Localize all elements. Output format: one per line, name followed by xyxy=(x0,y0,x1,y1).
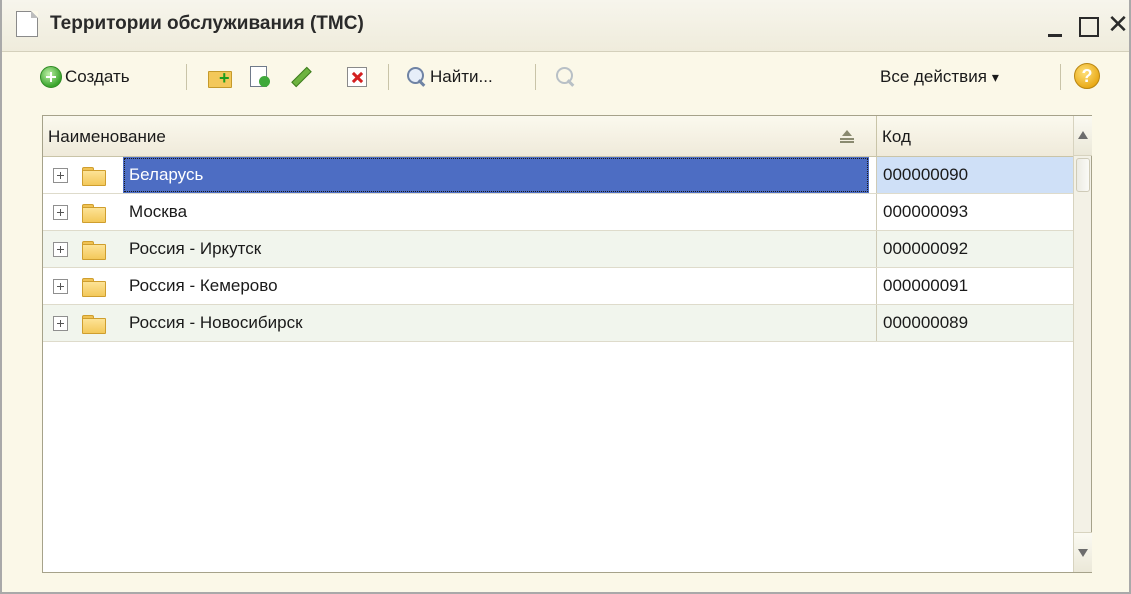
delete-button[interactable] xyxy=(347,62,367,92)
table-row[interactable]: Беларусь 000000090 xyxy=(43,157,1073,194)
folder-icon xyxy=(82,241,106,260)
territories-table[interactable]: Наименование Код Беларусь 000000090 Моск… xyxy=(42,115,1092,573)
page-icon xyxy=(16,11,38,37)
delete-icon xyxy=(347,67,367,87)
column-header-code[interactable]: Код xyxy=(877,116,1073,157)
cancel-search-button[interactable] xyxy=(554,62,578,92)
toolbar: Создать Найти... Все действия ▾ ? xyxy=(2,52,1129,102)
name-cell[interactable]: Россия - Новосибирск xyxy=(43,305,877,341)
window-title: Территории обслуживания (ТМС) xyxy=(50,13,364,34)
row-name: Россия - Иркутск xyxy=(129,239,262,258)
help-button[interactable]: ? xyxy=(1074,61,1100,91)
scroll-down-button[interactable] xyxy=(1074,532,1092,572)
row-name: Россия - Кемерово xyxy=(129,276,278,295)
create-label: Создать xyxy=(65,67,130,86)
create-group-button[interactable] xyxy=(208,62,232,92)
folder-icon xyxy=(82,167,106,186)
minimize-button[interactable] xyxy=(1039,8,1071,42)
sort-icon[interactable] xyxy=(840,130,854,142)
all-actions-label: Все действия xyxy=(880,67,987,86)
table-row[interactable]: Москва 000000093 xyxy=(43,194,1073,231)
create-button[interactable]: Создать xyxy=(40,62,130,92)
title-bar: Территории обслуживания (ТМС) ✕ xyxy=(2,0,1129,52)
find-button[interactable]: Найти... xyxy=(406,62,493,92)
scroll-up-button[interactable] xyxy=(1074,116,1092,156)
copy-icon xyxy=(250,66,270,88)
name-cell[interactable]: Москва xyxy=(43,194,877,230)
column-header-code-label: Код xyxy=(882,127,911,146)
find-label: Найти... xyxy=(430,67,493,86)
expand-icon[interactable] xyxy=(53,316,68,331)
expand-icon[interactable] xyxy=(53,279,68,294)
column-header-name-label: Наименование xyxy=(48,127,166,146)
toolbar-separator xyxy=(388,64,389,90)
name-cell[interactable]: Россия - Иркутск xyxy=(43,231,877,267)
row-name: Москва xyxy=(129,202,188,221)
expand-icon[interactable] xyxy=(53,205,68,220)
row-code[interactable]: 000000089 xyxy=(877,305,1073,341)
table-row[interactable]: Россия - Кемерово 000000091 xyxy=(43,268,1073,305)
name-cell[interactable]: Беларусь xyxy=(43,157,877,193)
edit-button[interactable] xyxy=(290,62,310,92)
table-row[interactable]: Россия - Иркутск 000000092 xyxy=(43,231,1073,268)
folder-icon xyxy=(82,278,106,297)
chevron-down-icon: ▾ xyxy=(991,68,999,85)
scroll-thumb[interactable] xyxy=(1076,158,1090,192)
name-cell[interactable]: Россия - Кемерово xyxy=(43,268,877,304)
expand-icon[interactable] xyxy=(53,168,68,183)
toolbar-separator xyxy=(535,64,536,90)
folder-add-icon xyxy=(208,67,232,88)
all-actions-button[interactable]: Все действия ▾ xyxy=(880,62,999,92)
toolbar-separator xyxy=(186,64,187,90)
maximize-button[interactable] xyxy=(1071,8,1103,42)
folder-icon xyxy=(82,315,106,334)
expand-icon[interactable] xyxy=(53,242,68,257)
help-icon: ? xyxy=(1074,63,1100,89)
row-code[interactable]: 000000092 xyxy=(877,231,1073,267)
column-header-name[interactable]: Наименование xyxy=(43,116,877,157)
row-code[interactable]: 000000093 xyxy=(877,194,1073,230)
toolbar-separator xyxy=(1060,64,1061,90)
table-header: Наименование Код xyxy=(43,116,1073,157)
table-row[interactable]: Россия - Новосибирск 000000089 xyxy=(43,305,1073,342)
search-icon xyxy=(406,66,428,88)
vertical-scrollbar[interactable] xyxy=(1073,116,1092,572)
row-code[interactable]: 000000091 xyxy=(877,268,1073,304)
pencil-icon xyxy=(290,67,310,87)
cancel-search-icon xyxy=(554,65,578,89)
main-window: Территории обслуживания (ТМС) ✕ Создать … xyxy=(0,0,1131,594)
row-name: Россия - Новосибирск xyxy=(129,313,303,332)
row-code[interactable]: 000000090 xyxy=(877,157,1073,193)
plus-circle-icon xyxy=(40,66,62,88)
folder-icon xyxy=(82,204,106,223)
row-name: Беларусь xyxy=(123,157,869,193)
close-button[interactable]: ✕ xyxy=(1102,8,1131,42)
copy-button[interactable] xyxy=(250,62,270,92)
